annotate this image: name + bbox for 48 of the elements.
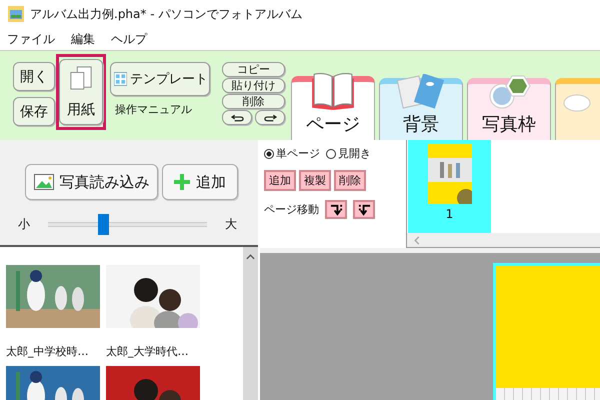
size-min-label: 小 <box>18 216 30 233</box>
book-icon <box>310 70 356 112</box>
photo-caption: 太郎_中学校時… <box>6 344 90 359</box>
redo-icon <box>264 114 276 122</box>
page-number: 1 <box>446 207 454 221</box>
page-button[interactable]: 複製 <box>299 170 331 191</box>
move-right-button[interactable] <box>353 200 375 219</box>
menu-item[interactable]: 編集 <box>71 30 95 48</box>
open-button[interactable]: 開く <box>13 62 55 91</box>
undo-button[interactable] <box>222 110 252 125</box>
paper-icon <box>69 66 93 90</box>
page-thumbnail[interactable]: 1 <box>408 140 491 233</box>
plus-icon <box>174 174 190 190</box>
window-title: アルバム出力例.pha* - パソコンでフォトアルバム <box>30 6 302 22</box>
template-button[interactable]: テンプレート <box>110 62 210 96</box>
grid-icon <box>114 72 127 86</box>
layout-radio[interactable]: 単ページ <box>264 146 320 161</box>
menu-item[interactable]: ヘルプ <box>111 30 147 48</box>
save-button[interactable]: 保存 <box>13 97 55 126</box>
image-icon <box>34 174 54 190</box>
page-preview-drawing <box>428 144 472 204</box>
edit-button[interactable]: コピー <box>222 62 285 77</box>
manual-link[interactable]: 操作マニュアル <box>110 102 210 117</box>
page-button[interactable]: 削除 <box>334 170 366 191</box>
layout-radio[interactable]: 見開き <box>326 146 371 161</box>
page-move-label: ページ移動 <box>264 202 319 217</box>
scroll-up-icon[interactable] <box>246 254 255 260</box>
edit-button[interactable]: 削除 <box>222 94 285 109</box>
horizontal-scrollbar[interactable] <box>407 233 600 247</box>
move-left-icon <box>328 203 344 216</box>
move-left-button[interactable] <box>325 200 347 219</box>
photo-caption: 太郎_大学時代… <box>106 344 190 359</box>
undo-icon <box>230 114 244 122</box>
add-button[interactable]: 追加 <box>162 164 238 200</box>
move-right-icon <box>356 203 372 216</box>
size-max-label: 大 <box>225 216 237 233</box>
redo-button[interactable] <box>255 110 285 125</box>
page-button[interactable]: 追加 <box>264 170 296 191</box>
edit-button[interactable]: 貼り付け <box>222 78 285 93</box>
import-photo-button[interactable]: 写真読み込み <box>25 164 158 200</box>
paper-button[interactable]: 用紙 <box>59 59 103 125</box>
paper-sheets-icon <box>396 74 446 110</box>
menu-item[interactable]: ファイル <box>7 30 55 48</box>
app-icon <box>8 6 24 22</box>
cloud-icon <box>561 94 591 112</box>
scroll-left-icon[interactable] <box>414 236 420 244</box>
slider-thumb[interactable] <box>98 214 109 235</box>
scrollbar[interactable] <box>243 247 258 400</box>
